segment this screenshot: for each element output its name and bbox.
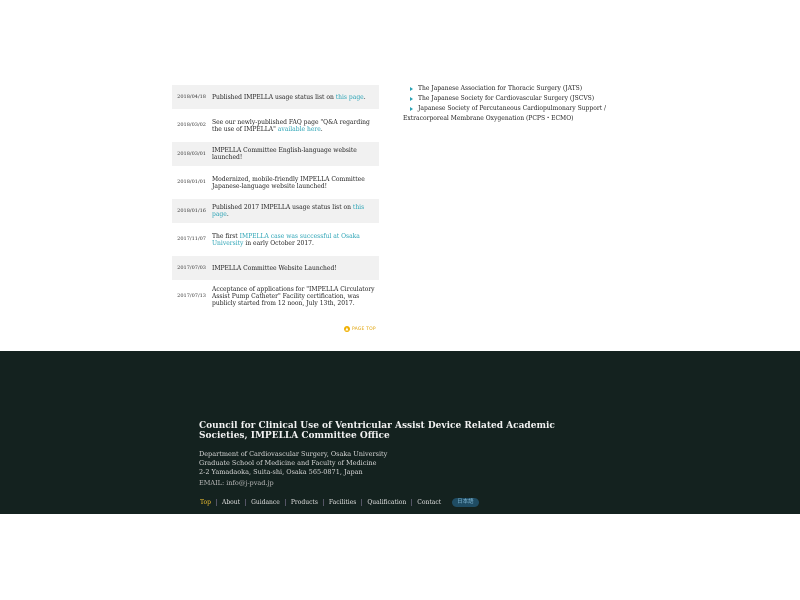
news-row: 2018/01/01 Modernized, mobile-friendly IM…: [172, 166, 379, 199]
news-date: 2018/01/01: [177, 179, 206, 185]
society-item[interactable]: The Japanese Association for Thoracic Su…: [403, 84, 633, 94]
news-text-post: in early October 2017.: [243, 239, 314, 247]
news-row: 2017/07/13 Acceptance of applications for…: [172, 280, 379, 313]
news-text-post: .: [320, 125, 323, 133]
triangle-right-icon: [410, 86, 413, 91]
news-date: 2018/01/16: [172, 199, 211, 223]
society-item[interactable]: The Japanese Society for Cardiovascular …: [403, 94, 633, 104]
page-top-label: PAGE TOP: [352, 326, 376, 332]
address-line: Department of Cardiovascular Surgery, Os…: [199, 450, 388, 458]
news-row: 2018/04/18 Published IMPELLA usage status…: [172, 85, 379, 109]
news-text-pre: The first: [212, 232, 240, 240]
news-text-pre: IMPELLA Committee English-language websi…: [212, 147, 357, 161]
footer-nav-guidance[interactable]: Guidance: [245, 499, 285, 506]
footer-nav-facilities[interactable]: Facilities: [322, 499, 361, 506]
news-date: 2018/04/18: [172, 85, 211, 109]
footer-email[interactable]: EMAIL: info@j-pvad.jp: [199, 479, 274, 487]
news-text-post: .: [363, 93, 366, 101]
news-table: 2018/04/18 Published IMPELLA usage status…: [172, 85, 379, 313]
society-label: Japanese Society of Percutaneous Cardiop…: [403, 105, 607, 122]
news-text: Acceptance of applications for "IMPELLA …: [211, 280, 379, 313]
footer-nav-products[interactable]: Products: [284, 499, 323, 506]
news-text: Modernized, mobile-friendly IMPELLA Comm…: [211, 166, 379, 199]
footer-nav-about[interactable]: About: [216, 499, 245, 506]
news-text-pre: Acceptance of applications for "IMPELLA …: [212, 286, 375, 307]
news-text-pre: Modernized, mobile-friendly IMPELLA Comm…: [212, 175, 365, 190]
language-button[interactable]: 日本語: [452, 498, 479, 507]
news-text-post: .: [226, 211, 229, 218]
news-row: 2018/03/02 See our newly-published FAQ pa…: [172, 109, 379, 142]
news-row: 2017/11/07 The first IMPELLA case was suc…: [172, 223, 379, 256]
news-link[interactable]: this page: [336, 94, 364, 101]
news-date: 2018/03/01: [172, 142, 211, 166]
page-top-link[interactable]: ▲ PAGE TOP: [344, 326, 376, 332]
news-text: IMPELLA Committee Website Launched!: [211, 256, 379, 280]
triangle-right-icon: [410, 106, 413, 111]
arrow-up-icon: ▲: [344, 326, 350, 332]
address-line: 2-2 Yamadaoka, Suita-shi, Osaka 565-0871…: [199, 468, 363, 476]
footer-address: Department of Cardiovascular Surgery, Os…: [199, 450, 387, 477]
address-line: Graduate School of Medicine and Faculty …: [199, 459, 377, 467]
news-text: Published IMPELLA usage status list on t…: [211, 85, 379, 109]
news-text-pre: Published IMPELLA usage status list on: [212, 93, 336, 101]
footer-nav-qualification[interactable]: Qualification: [361, 499, 411, 506]
news-text-pre: IMPELLA Committee Website Launched!: [212, 264, 337, 272]
news-date: 2017/11/07: [177, 236, 206, 242]
society-item[interactable]: Japanese Society of Percutaneous Cardiop…: [403, 104, 633, 124]
footer-nav-top[interactable]: Top: [199, 499, 216, 506]
news-date: 2017/07/13: [177, 293, 206, 299]
site-footer: Council for Clinical Use of Ventricular …: [0, 351, 800, 514]
footer-title: Council for Clinical Use of Ventricular …: [199, 421, 555, 441]
news-text: The first IMPELLA case was successful at…: [211, 223, 379, 256]
footer-nav: Top About Guidance Products Facilities Q…: [199, 498, 479, 507]
news-date: 2017/07/03: [172, 256, 211, 280]
news-link[interactable]: available here: [278, 126, 321, 133]
news-row: 2018/01/16 Published 2017 IMPELLA usage s…: [172, 199, 379, 223]
society-label: The Japanese Society for Cardiovascular …: [418, 95, 595, 102]
news-row: 2017/07/03 IMPELLA Committee Website Laun…: [172, 256, 379, 280]
news-text: See our newly-published FAQ page "Q&A re…: [211, 109, 379, 142]
news-row: 2018/03/01 IMPELLA Committee English-lang…: [172, 142, 379, 166]
news-text: IMPELLA Committee English-language websi…: [211, 142, 379, 166]
news-text: Published 2017 IMPELLA usage status list…: [211, 199, 379, 223]
triangle-right-icon: [410, 96, 413, 101]
footer-nav-contact[interactable]: Contact: [411, 499, 446, 506]
society-label: The Japanese Association for Thoracic Su…: [418, 85, 583, 92]
news-text-pre: Published 2017 IMPELLA usage status list…: [212, 204, 353, 211]
societies-list: The Japanese Association for Thoracic Su…: [403, 84, 633, 124]
news-date: 2018/03/02: [177, 122, 206, 128]
